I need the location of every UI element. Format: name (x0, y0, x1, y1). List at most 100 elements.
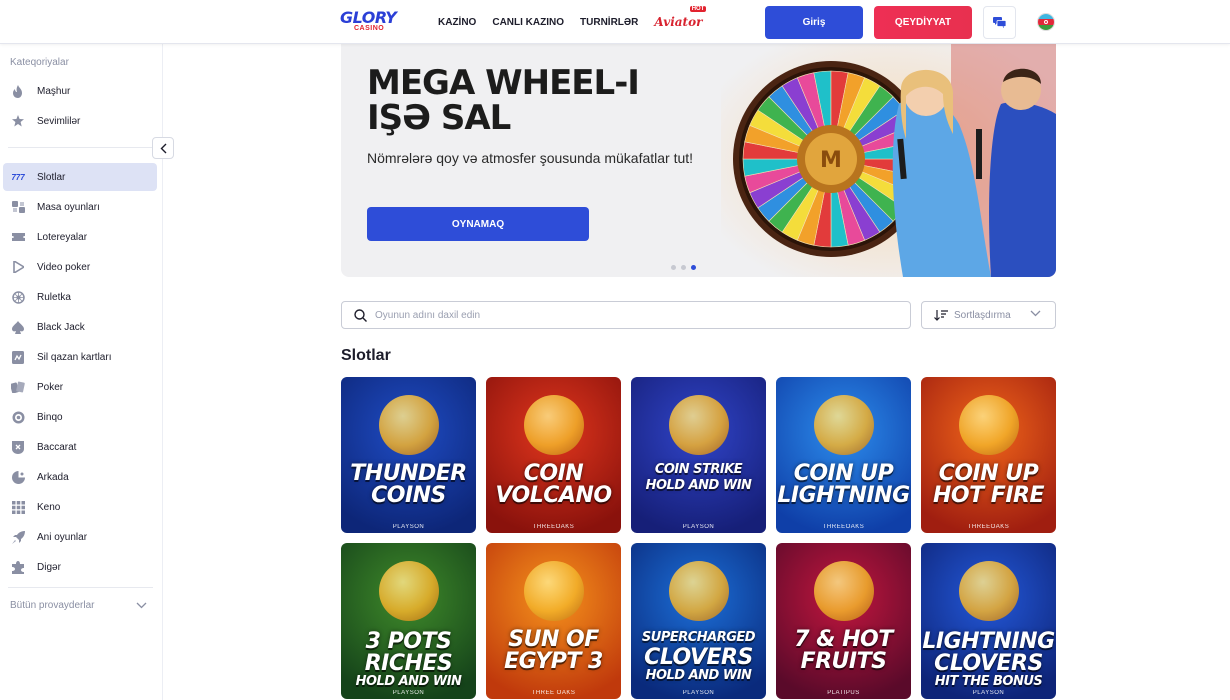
game-provider: PLAYSON (972, 690, 1005, 696)
sidebar-item-binqo[interactable]: Binqo (3, 403, 157, 431)
game-artwork (959, 561, 1019, 621)
game-artwork (379, 561, 439, 621)
spade-icon (11, 320, 25, 334)
promo-banner[interactable]: M MEGA WHEEL-I IŞƏ SAL Nömrələrə qoy və … (341, 44, 1056, 277)
sidebar-item-sevimliler[interactable]: Sevimlilər (3, 107, 157, 135)
sidebar-item-ruletka[interactable]: Ruletka (3, 283, 157, 311)
sidebar-item-black-jack[interactable]: Black Jack (3, 313, 157, 341)
main-nav: KAZİNO CANLI KAZINO TURNİRLƏR Aviator HO… (438, 0, 707, 44)
game-artwork (814, 561, 874, 621)
search-input[interactable] (375, 309, 875, 321)
game-title: EGYPT 3 (504, 649, 603, 674)
game-tile[interactable]: COIN UP HOT FIRE THREEOAKS (921, 377, 1056, 533)
table-games-icon (11, 200, 25, 214)
carousel-dot-active[interactable] (691, 265, 696, 270)
oynamaq-button[interactable]: OYNAMAQ (367, 207, 589, 241)
sidebar-item-label: Ruletka (37, 291, 71, 303)
game-title: HOLD AND WIN (645, 668, 752, 683)
game-artwork (814, 395, 874, 455)
sidebar-divider (8, 587, 153, 588)
sidebar-item-slotlar[interactable]: 777 Slotlar (3, 163, 157, 191)
sort-label: Sortlaşdırma (954, 309, 1011, 321)
sidebar-item-lotereyalar[interactable]: Lotereyalar (3, 223, 157, 251)
game-tile[interactable]: LIGHTNING CLOVERS HIT THE BONUS PLAYSON (921, 543, 1056, 699)
nav-turnirler[interactable]: TURNİRLƏR (580, 17, 638, 28)
game-title: COIN STRIKE (654, 462, 743, 477)
nav-kazino[interactable]: KAZİNO (438, 17, 476, 28)
game-tile[interactable]: COIN UP LIGHTNING THREEOAKS (776, 377, 911, 533)
game-artwork (669, 395, 729, 455)
game-title: VOLCANO (495, 483, 612, 508)
game-title: COIN UP (793, 461, 894, 486)
azerbaijan-flag-icon[interactable] (1037, 13, 1055, 31)
game-provider: THREEOAKS (967, 524, 1010, 530)
sidebar-item-video-poker[interactable]: Video poker (3, 253, 157, 281)
sidebar-item-label: Video poker (37, 261, 91, 273)
sidebar-item-mashur[interactable]: Maşhur (3, 77, 157, 105)
chat-icon (993, 17, 1006, 28)
sidebar-item-label: Sil qazan kartları (37, 351, 112, 363)
sidebar-item-arkada[interactable]: Arkada (3, 463, 157, 491)
game-title: COIN (523, 461, 584, 486)
sidebar-item-masa-oyunlari[interactable]: Masa oyunları (3, 193, 157, 221)
section-title-slotlar: Slotlar (341, 347, 391, 364)
rocket-icon (11, 530, 25, 544)
game-tile[interactable]: COIN STRIKE HOLD AND WIN PLAYSON (631, 377, 766, 533)
chat-button[interactable] (983, 6, 1016, 39)
login-button[interactable]: Giriş (765, 6, 863, 39)
sidebar-item-label: Slotlar (37, 171, 66, 183)
banner-subtitle: Nömrələrə qoy və atmosfer şousunda mükaf… (367, 150, 694, 166)
game-title: SUPERCHARGED (641, 630, 756, 645)
game-artwork (959, 395, 1019, 455)
bingo-icon (11, 410, 25, 424)
sidebar-divider (8, 147, 153, 148)
sidebar-item-label: Sevimlilər (37, 115, 81, 127)
chevron-down-icon (136, 602, 147, 609)
providers-dropdown[interactable]: Bütün provayderlar (10, 600, 147, 611)
game-artwork (524, 395, 584, 455)
nav-aviator[interactable]: Aviator HOT (654, 6, 707, 29)
sidebar-item-keno[interactable]: Keno (3, 493, 157, 521)
categories-title: Kateqoriyalar (10, 57, 69, 68)
game-artwork (379, 395, 439, 455)
ticket-icon (11, 230, 25, 244)
game-title: FRUITS (800, 649, 887, 674)
carousel-dot[interactable] (671, 265, 676, 270)
sidebar-collapse-button[interactable] (152, 137, 174, 159)
game-title: LIGHTNING (922, 629, 1055, 654)
sidebar-item-baccarat[interactable]: Baccarat (3, 433, 157, 461)
arcade-icon (11, 470, 25, 484)
game-tile[interactable]: 7 & HOT FRUITS PLATIPUS (776, 543, 911, 699)
chevron-left-icon (160, 143, 166, 153)
roulette-icon (11, 290, 25, 304)
game-tile[interactable]: COIN VOLCANO THREEOAKS (486, 377, 621, 533)
svg-text:M: M (820, 148, 842, 173)
sidebar-item-poker[interactable]: Poker (3, 373, 157, 401)
game-title: HOLD AND WIN (355, 674, 462, 689)
sort-dropdown[interactable]: Sortlaşdırma (921, 301, 1056, 329)
game-tile[interactable]: THUNDER COINS PLAYSON (341, 377, 476, 533)
game-tile[interactable]: SUPERCHARGED CLOVERS HOLD AND WIN PLAYSON (631, 543, 766, 699)
game-title: RICHES (364, 651, 453, 676)
game-title: COIN UP (938, 461, 1039, 486)
carousel-dot[interactable] (681, 265, 686, 270)
game-title: THUNDER (350, 461, 467, 486)
sidebar-item-sil-qazan[interactable]: Sil qazan kartları (3, 343, 157, 371)
game-tile[interactable]: 3 POTS RICHES HOLD AND WIN PLAYSON (341, 543, 476, 699)
glory-casino-logo[interactable]: GLORY CASINO (340, 8, 400, 36)
sidebar-item-label: Black Jack (37, 321, 85, 333)
poker-cards-icon (11, 380, 25, 394)
sidebar-item-label: Keno (37, 501, 61, 513)
banner-title-line2: IŞƏ SAL (367, 98, 511, 138)
sidebar: Kateqoriyalar Maşhur Sevimlilər 777 Slot… (0, 44, 163, 700)
fire-icon (11, 84, 25, 98)
sort-icon (934, 309, 948, 321)
game-tile[interactable]: SUN OF EGYPT 3 THREE OAKS (486, 543, 621, 699)
sidebar-item-label: Poker (37, 381, 64, 393)
nav-canli-kazino[interactable]: CANLI KAZINO (492, 17, 564, 28)
game-artwork (669, 561, 729, 621)
register-button[interactable]: QEYDİYYAT (874, 6, 972, 39)
sidebar-item-diger[interactable]: Digər (3, 553, 157, 581)
sidebar-item-ani-oyunlar[interactable]: Ani oyunlar (3, 523, 157, 551)
game-search-box[interactable] (341, 301, 911, 329)
